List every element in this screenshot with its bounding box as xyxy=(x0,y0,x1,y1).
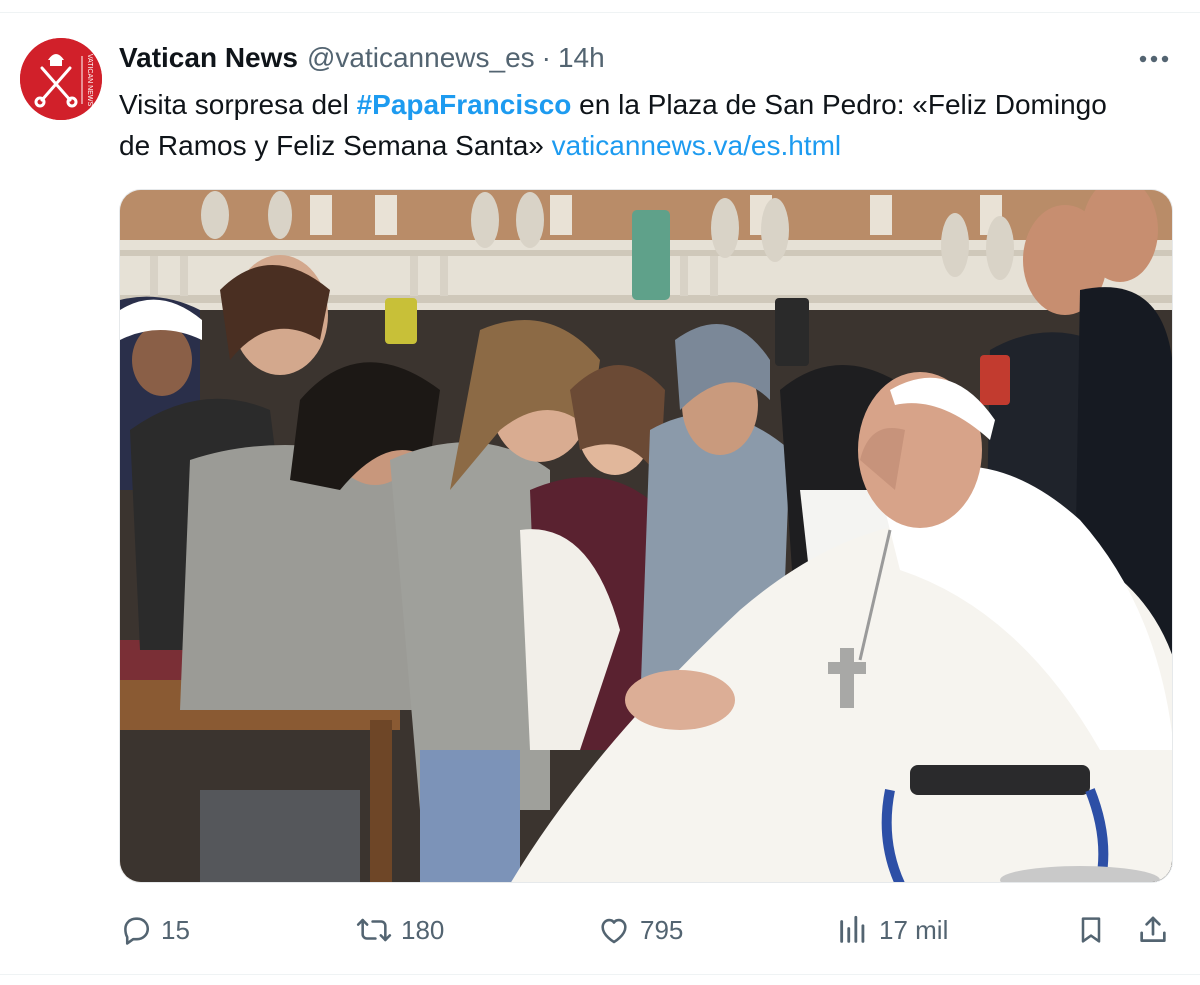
url-link[interactable]: vaticannews.va/es.html xyxy=(552,130,841,161)
author-avatar[interactable]: VATICAN NEWS xyxy=(20,38,102,120)
photo-illustration xyxy=(120,190,1172,882)
like-button[interactable]: 795 xyxy=(596,908,683,952)
bookmark-icon xyxy=(1081,917,1101,943)
tweet-text-part1: Visita sorpresa del xyxy=(119,89,357,120)
logo-lettering: VATICAN NEWS xyxy=(86,54,93,107)
tweet-actions: 15 180 795 17 mil xyxy=(119,908,1179,952)
tweet-photo[interactable] xyxy=(119,189,1173,883)
vatican-news-logo: VATICAN NEWS xyxy=(20,38,102,120)
author-handle[interactable]: @vaticannews_es xyxy=(307,42,535,74)
reply-icon xyxy=(124,917,150,945)
repost-count: 180 xyxy=(401,914,445,945)
tweet-header: Vatican News @vaticannews_es · 14h xyxy=(119,38,605,78)
top-divider xyxy=(0,12,1200,13)
author-name[interactable]: Vatican News xyxy=(119,42,298,74)
reply-count: 15 xyxy=(161,914,190,945)
tweet-text: Visita sorpresa del #PapaFrancisco en la… xyxy=(119,84,1119,166)
more-options-button[interactable] xyxy=(1132,44,1176,74)
tweet-timestamp[interactable]: 14h xyxy=(558,42,605,74)
repost-button[interactable]: 180 xyxy=(355,908,444,952)
views-icon xyxy=(840,915,865,943)
header-separator: · xyxy=(541,42,551,73)
bottom-divider xyxy=(0,974,1200,975)
ellipsis-icon xyxy=(1139,55,1169,63)
view-count: 17 mil xyxy=(879,914,949,945)
reply-button[interactable]: 15 xyxy=(119,908,190,952)
share-icon xyxy=(1140,916,1166,942)
repost-icon xyxy=(356,918,392,942)
hashtag-link[interactable]: #PapaFrancisco xyxy=(357,89,572,120)
like-icon xyxy=(601,918,627,944)
views-button[interactable]: 17 mil xyxy=(835,908,948,952)
share-button[interactable] xyxy=(1135,908,1179,952)
bookmark-button[interactable] xyxy=(1075,908,1115,952)
like-count: 795 xyxy=(640,914,684,945)
